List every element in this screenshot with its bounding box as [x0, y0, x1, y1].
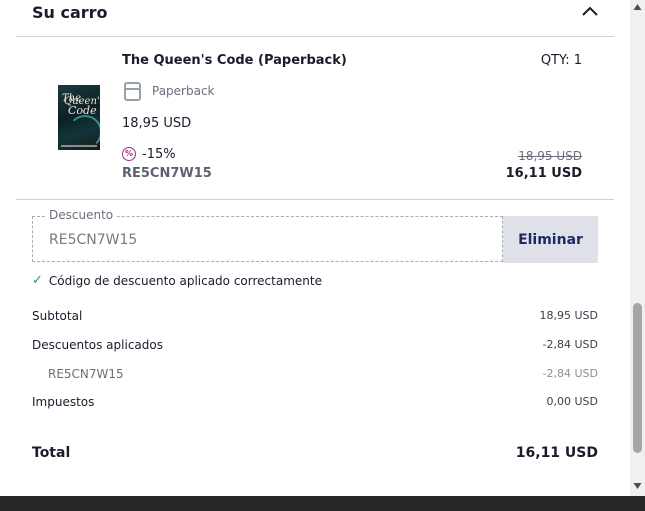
divider [16, 36, 614, 37]
format-label: Paperback [152, 84, 215, 98]
subtotal-label: Subtotal [32, 309, 83, 323]
taxes-label: Impuestos [32, 395, 95, 409]
discount-success-message: ✓ Código de descuento aplicado correctam… [32, 273, 322, 288]
total-value: 16,11 USD [515, 445, 598, 461]
discount-code-value: RE5CN7W15 [49, 232, 138, 248]
scroll-down-icon[interactable] [633, 482, 642, 490]
subtotal-value: 18,95 USD [539, 309, 599, 322]
unit-price: 18,95 USD [122, 116, 192, 131]
scrollbar-thumb[interactable] [633, 303, 642, 453]
bottom-bar [0, 496, 645, 511]
original-price: 18,95 USD [518, 149, 582, 163]
discounts-value: -2,84 USD [542, 338, 598, 351]
percent-badge-icon: % [122, 147, 136, 161]
divider [16, 199, 614, 200]
vertical-scrollbar[interactable] [630, 0, 645, 496]
discounts-label: Descuentos aplicados [32, 338, 163, 352]
cover-swirl [68, 115, 100, 149]
total-label: Total [32, 445, 71, 461]
success-text: Código de descuento aplicado correctamen… [48, 273, 322, 288]
cover-author-line [61, 145, 97, 147]
cart-title: Su carro [32, 3, 108, 22]
discount-code-group: Descuento RE5CN7W15 Eliminar [32, 208, 598, 264]
book-icon [124, 82, 141, 101]
book-cover-image[interactable]: The Queen's Code [58, 85, 100, 150]
quantity-label: QTY: 1 [540, 53, 582, 68]
discounted-price: 16,11 USD [505, 166, 582, 181]
check-icon: ✓ [32, 273, 43, 288]
remove-discount-button[interactable]: Eliminar [503, 216, 598, 263]
cart-panel: Su carro The Queen's Code The Queen's Co… [0, 0, 630, 496]
chevron-up-icon[interactable] [581, 4, 599, 18]
applied-code: RE5CN7W15 [122, 166, 212, 181]
product-title[interactable]: The Queen's Code (Paperback) [122, 53, 347, 68]
taxes-value: 0,00 USD [546, 395, 599, 408]
code-value: -2,84 USD [542, 367, 598, 380]
discount-percent: -15% [142, 147, 176, 162]
scroll-up-icon[interactable] [633, 3, 642, 11]
code-label: RE5CN7W15 [48, 367, 124, 381]
discount-code-field[interactable]: Descuento RE5CN7W15 [32, 208, 503, 262]
discount-field-label: Descuento [45, 208, 118, 222]
